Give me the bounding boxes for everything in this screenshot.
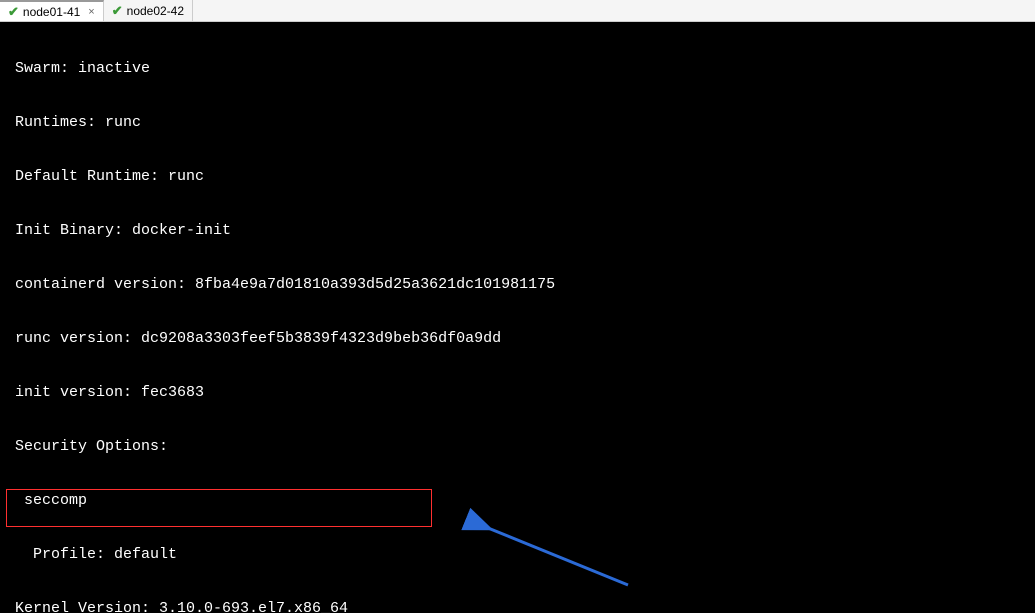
terminal-line: init version: fec3683	[6, 384, 1029, 402]
check-icon: ✔	[112, 3, 123, 19]
terminal-line: Security Options:	[6, 438, 1029, 456]
tab-label: node01-41	[23, 5, 80, 19]
terminal-line: Profile: default	[6, 546, 1029, 564]
terminal-line: runc version: dc9208a3303feef5b3839f4323…	[6, 330, 1029, 348]
tab-node02[interactable]: ✔ node02-42	[104, 0, 193, 21]
terminal-output[interactable]: Swarm: inactive Runtimes: runc Default R…	[0, 22, 1035, 613]
terminal-line: Runtimes: runc	[6, 114, 1029, 132]
terminal-line: Swarm: inactive	[6, 60, 1029, 78]
tab-node01[interactable]: ✔ node01-41 ×	[0, 0, 104, 21]
terminal-line: Kernel Version: 3.10.0-693.el7.x86_64	[6, 600, 1029, 613]
terminal-line: Init Binary: docker-init	[6, 222, 1029, 240]
tab-bar: ✔ node01-41 × ✔ node02-42	[0, 0, 1035, 22]
close-icon[interactable]: ×	[88, 6, 94, 18]
terminal-line: seccomp	[6, 492, 1029, 510]
terminal-line: containerd version: 8fba4e9a7d01810a393d…	[6, 276, 1029, 294]
terminal-line: Default Runtime: runc	[6, 168, 1029, 186]
tab-label: node02-42	[127, 4, 184, 18]
check-icon: ✔	[8, 4, 19, 20]
